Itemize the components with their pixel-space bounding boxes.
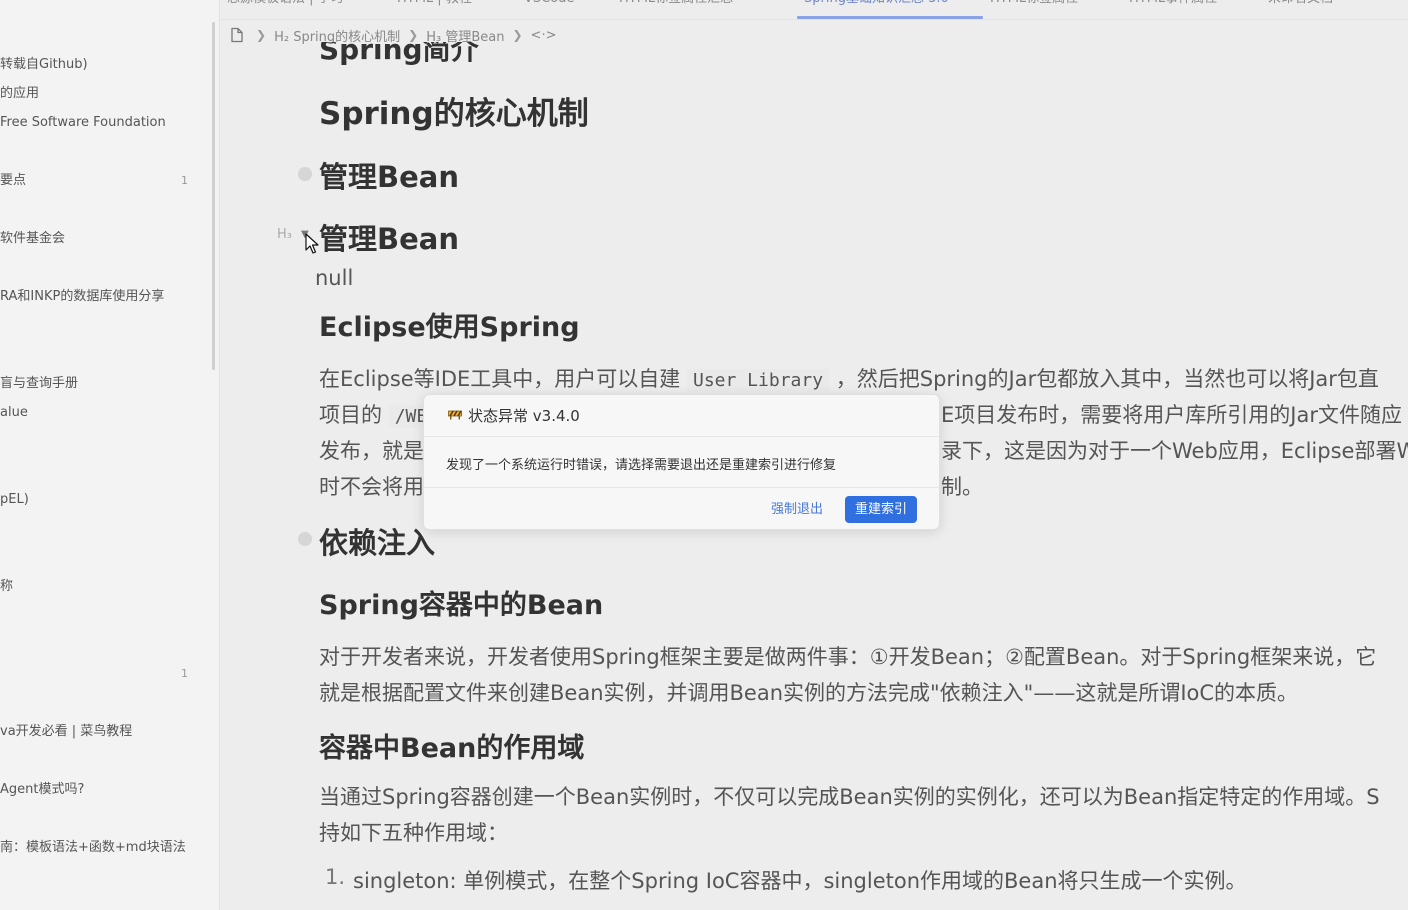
sidebar-item[interactable]: 1 <box>0 662 200 686</box>
paragraph-line: 时不会将用 <box>319 475 424 499</box>
sidebar-item-label: RA和INKP的数据库使用分享 <box>0 289 165 304</box>
sidebar-item-label: pEL) <box>0 492 29 507</box>
sidebar-item-label: 软件基金会 <box>0 231 66 246</box>
chevron-right-icon: ❯ <box>256 28 267 42</box>
sidebar-item[interactable]: 南：模板语法+函数+md块语法 <box>0 836 200 860</box>
sidebar-item-label: Agent模式吗? <box>0 782 85 797</box>
paragraph-line: 当通过Spring容器创建一个Bean实例时，不仅可以完成Bean实例的实例化，… <box>319 785 1380 809</box>
rebuild-index-button[interactable]: 重建索引 <box>845 496 917 523</box>
document-icon[interactable] <box>226 24 248 46</box>
heading-bean-scope: 容器中Bean的作用域 <box>319 733 585 764</box>
dialog-title: 状态异常 v3.4.0 <box>448 405 580 425</box>
sidebar-item-label: alue <box>0 405 28 420</box>
sidebar-item-label: 盲与查询手册 <box>0 376 79 391</box>
tab[interactable]: HTML事件属性 <box>1129 0 1217 12</box>
heading-spring-bean: Spring容器中的Bean <box>319 590 604 621</box>
tab[interactable]: HTML | 教程 <box>397 0 472 12</box>
tab[interactable]: HTML标签属性 <box>990 0 1078 12</box>
fold-bullet-icon[interactable] <box>298 532 312 546</box>
sidebar-item-label: 的应用 <box>0 86 40 101</box>
warning-barrier-icon <box>448 406 462 424</box>
paragraph-line: 就是根据配置文件来创建Bean实例，并调用Bean实例的方法完成"依赖注入"——… <box>319 681 1299 705</box>
tab-active[interactable]: Spring基础知识汇总 3.0 <box>804 0 949 12</box>
inline-code: User Library <box>687 369 830 392</box>
paragraph-line: 项目的 /WE <box>319 399 434 429</box>
dialog-title-text: 状态异常 v3.4.0 <box>468 406 580 425</box>
sidebar-item[interactable]: 转载自Github) <box>0 53 200 77</box>
mouse-cursor-icon <box>305 233 319 259</box>
divider <box>424 487 939 488</box>
tab[interactable]: HTML标签属性汇总 <box>619 0 733 12</box>
sidebar-item-count: 1 <box>181 174 188 187</box>
sidebar-item[interactable]: alue <box>0 401 200 425</box>
paragraph-line: 在Eclipse等IDE工具中，用户可以自建 User Library ，然后把… <box>319 363 1379 393</box>
null-text: null <box>315 266 354 290</box>
sidebar-item[interactable]: 称 <box>0 575 200 599</box>
text-run: ，然后把Spring的Jar包都放入其中，当然也可以将Jar包直 <box>835 367 1379 391</box>
breadcrumb-item-h2[interactable]: H₂ Spring的核心机制 <box>274 26 400 45</box>
paragraph-line: 对于开发者来说，开发者使用Spring框架主要是做两件事：①开发Bean；②配置… <box>319 645 1377 669</box>
heading-level-mark: H₂ <box>274 29 290 45</box>
heading-level-mark: H₃ <box>277 227 292 242</box>
fold-bullet-icon[interactable] <box>298 167 312 181</box>
sidebar-item[interactable]: Free Software Foundation <box>0 111 200 135</box>
sidebar-item-count: 1 <box>181 667 188 680</box>
sidebar-item[interactable]: Agent模式吗? <box>0 778 200 802</box>
sidebar-item[interactable]: 的应用 <box>0 82 200 106</box>
paragraph-line: 制。 <box>941 475 983 499</box>
text-run: 在Eclipse等IDE工具中，用户可以自建 <box>319 367 681 391</box>
paragraph-line: 持如下五种作用域： <box>319 821 508 845</box>
list-number: 1. <box>325 865 346 889</box>
tab[interactable]: VSCode <box>524 0 574 12</box>
sidebar-scrollbar[interactable] <box>212 22 215 370</box>
breadcrumb-item-h3[interactable]: H₃ 管理Bean <box>426 26 504 45</box>
sidebar-item[interactable]: RA和INKP的数据库使用分享 <box>0 285 200 309</box>
sidebar-item[interactable]: 盲与查询手册 <box>0 372 200 396</box>
sidebar-item-label: 要点 <box>0 173 27 188</box>
sidebar-item[interactable]: va开发必看 | 菜鸟教程 <box>0 720 200 744</box>
sidebar-item-label: Free Software Foundation <box>0 115 166 130</box>
sidebar-item-label: va开发必看 | 菜鸟教程 <box>0 724 133 739</box>
paragraph-line: 录下，这是因为对于一个Web应用，Eclipse部署W <box>941 439 1408 463</box>
tab[interactable]: 思源模板语法 | 学习 <box>227 0 344 12</box>
list-item: singleton: 单例模式，在整个Spring IoC容器中，singlet… <box>353 869 1247 893</box>
dialog-message: 发现了一个系统运行时错误，请选择需要退出还是重建索引进行修复 <box>446 458 837 473</box>
doc-tree-sidebar: 转载自Github) 的应用 Free Software Foundation … <box>0 0 220 910</box>
error-dialog: 状态异常 v3.4.0 发现了一个系统运行时错误，请选择需要退出还是重建索引进行… <box>423 394 940 530</box>
heading-manage-bean: 管理Bean <box>319 160 459 194</box>
force-exit-button[interactable]: 强制退出 <box>765 497 829 523</box>
chevron-right-icon: ❯ <box>408 28 419 42</box>
heading-eclipse: Eclipse使用Spring <box>319 312 580 343</box>
chevron-right-icon: ❯ <box>512 28 523 42</box>
tab[interactable]: 未命名文档 <box>1268 0 1333 12</box>
heading-dependency-injection: 依赖注入 <box>319 526 436 560</box>
sidebar-item[interactable]: 软件基金会 <box>0 227 200 251</box>
sidebar-item-label: 南：模板语法+函数+md块语法 <box>0 840 186 855</box>
text-run: 项目的 <box>319 403 382 427</box>
sidebar-item[interactable]: pEL) <box>0 488 200 512</box>
sidebar-item-label: 称 <box>0 579 14 594</box>
sidebar-item[interactable]: 要点 1 <box>0 169 200 193</box>
paragraph-line: 发布，就是 <box>319 439 424 463</box>
sidebar-item-label: 转载自Github) <box>0 57 88 72</box>
heading-manage-bean-2: 管理Bean <box>319 222 459 256</box>
active-tab-indicator <box>797 16 983 19</box>
paragraph-line: E项目发布时，需要将用户库所引用的Jar文件随应 <box>941 403 1402 427</box>
heading-core-mechanism: Spring的核心机制 <box>319 96 589 132</box>
code-block-icon[interactable]: <·> <box>531 28 557 43</box>
divider <box>424 436 939 437</box>
